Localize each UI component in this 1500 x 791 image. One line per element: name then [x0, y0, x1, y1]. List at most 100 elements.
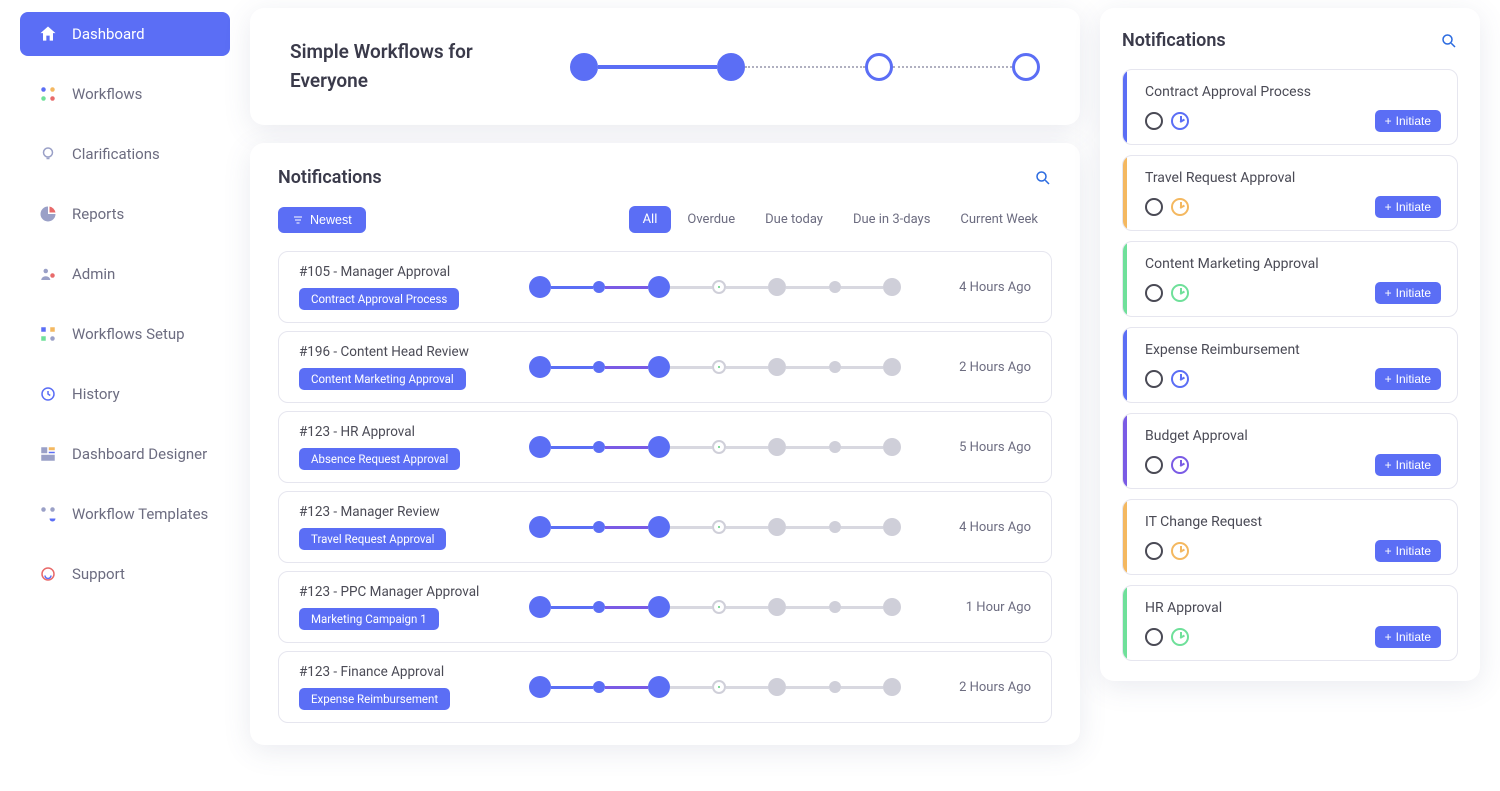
task-title: #123 - HR Approval	[299, 424, 509, 440]
tab-due-3-days[interactable]: Due in 3-days	[839, 206, 944, 233]
progress-dot	[829, 361, 841, 373]
circle-icon	[1145, 112, 1163, 130]
notifications-title: Notifications	[278, 167, 382, 188]
progress-seg	[605, 366, 647, 369]
sidebar-item-history[interactable]: History	[20, 372, 230, 416]
workflow-card[interactable]: Travel Request Approval + Initiate	[1122, 155, 1458, 231]
workflow-title: HR Approval	[1139, 600, 1441, 616]
workflow-card[interactable]: Content Marketing Approval + Initiate	[1122, 241, 1458, 317]
progress-seg	[786, 286, 828, 289]
initiate-button[interactable]: + Initiate	[1375, 196, 1441, 218]
progress-seg	[605, 606, 647, 609]
sidebar-item-label: Workflows Setup	[72, 325, 185, 343]
clock-icon	[1171, 370, 1189, 388]
initiate-label: Initiate	[1396, 630, 1431, 644]
initiate-button[interactable]: + Initiate	[1375, 626, 1441, 648]
progress-dot	[712, 520, 726, 534]
sidebar-item-label: Reports	[72, 205, 124, 223]
initiate-label: Initiate	[1396, 544, 1431, 558]
progress-dot	[593, 601, 605, 613]
sort-newest-button[interactable]: Newest	[278, 207, 366, 233]
progress-dot	[768, 358, 786, 376]
progress-dot	[648, 356, 670, 378]
progress-seg	[670, 526, 712, 529]
task-list: #105 - Manager Approval Contract Approva…	[278, 251, 1052, 723]
tab-all[interactable]: All	[629, 206, 672, 233]
task-badge: Marketing Campaign 1	[299, 608, 439, 630]
workflow-card[interactable]: Contract Approval Process + Initiate	[1122, 69, 1458, 145]
right-column: Notifications Contract Approval Process …	[1100, 8, 1480, 745]
plus-icon: +	[1385, 200, 1392, 214]
task-progress	[529, 356, 901, 378]
clock-icon	[1171, 284, 1189, 302]
support-icon	[38, 564, 58, 584]
progress-seg	[841, 446, 883, 449]
progress-dot	[593, 441, 605, 453]
sidebar-item-clarifications[interactable]: Clarifications	[20, 132, 230, 176]
task-time: 4 Hours Ago	[921, 520, 1031, 535]
progress-seg	[786, 686, 828, 689]
accent-bar	[1123, 328, 1127, 402]
progress-dot	[829, 441, 841, 453]
task-row[interactable]: #105 - Manager Approval Contract Approva…	[278, 251, 1052, 323]
tab-due-today[interactable]: Due today	[751, 206, 837, 233]
initiate-button[interactable]: + Initiate	[1375, 282, 1441, 304]
initiate-button[interactable]: + Initiate	[1375, 540, 1441, 562]
admin-icon	[38, 264, 58, 284]
plus-icon: +	[1385, 458, 1392, 472]
accent-bar	[1123, 242, 1127, 316]
sidebar-item-label: History	[72, 385, 120, 403]
sidebar-item-label: Workflows	[72, 85, 142, 103]
workflows-icon	[38, 84, 58, 104]
initiate-button[interactable]: + Initiate	[1375, 110, 1441, 132]
progress-dot	[529, 676, 551, 698]
circle-icon	[1145, 284, 1163, 302]
progress-dot	[768, 518, 786, 536]
progress-seg	[726, 446, 768, 449]
progress-dot	[712, 280, 726, 294]
workflow-card[interactable]: Expense Reimbursement + Initiate	[1122, 327, 1458, 403]
filter-tabs: All Overdue Due today Due in 3-days Curr…	[629, 206, 1052, 233]
progress-dot	[593, 281, 605, 293]
circle-icon	[1145, 542, 1163, 560]
progress-seg	[605, 446, 647, 449]
workflow-card[interactable]: IT Change Request + Initiate	[1122, 499, 1458, 575]
task-row[interactable]: #123 - PPC Manager Approval Marketing Ca…	[278, 571, 1052, 643]
task-title: #105 - Manager Approval	[299, 264, 509, 280]
progress-seg	[841, 366, 883, 369]
progress-seg	[551, 526, 593, 529]
progress-dot	[529, 356, 551, 378]
task-row[interactable]: #123 - Manager Review Travel Request App…	[278, 491, 1052, 563]
sidebar-item-workflows[interactable]: Workflows	[20, 72, 230, 116]
initiate-button[interactable]: + Initiate	[1375, 368, 1441, 390]
sidebar-item-workflow-templates[interactable]: Workflow Templates	[20, 492, 230, 536]
progress-seg	[605, 686, 647, 689]
task-title: #123 - Manager Review	[299, 504, 509, 520]
workflow-card[interactable]: HR Approval + Initiate	[1122, 585, 1458, 661]
sidebar-item-support[interactable]: Support	[20, 552, 230, 596]
hero-step-2	[717, 53, 745, 81]
search-icon[interactable]	[1440, 32, 1458, 50]
sidebar-item-reports[interactable]: Reports	[20, 192, 230, 236]
sidebar-item-admin[interactable]: Admin	[20, 252, 230, 296]
hero-step-3	[865, 53, 893, 81]
tab-overdue[interactable]: Overdue	[673, 206, 749, 233]
plus-icon: +	[1385, 286, 1392, 300]
sidebar-item-workflows-setup[interactable]: Workflows Setup	[20, 312, 230, 356]
sidebar-item-dashboard-designer[interactable]: Dashboard Designer	[20, 432, 230, 476]
workflow-card[interactable]: Budget Approval + Initiate	[1122, 413, 1458, 489]
progress-dot	[529, 596, 551, 618]
progress-dot	[883, 518, 901, 536]
sidebar-item-dashboard[interactable]: Dashboard	[20, 12, 230, 56]
progress-seg	[551, 366, 593, 369]
task-row[interactable]: #123 - HR Approval Absence Request Appro…	[278, 411, 1052, 483]
task-progress	[529, 596, 901, 618]
initiate-button[interactable]: + Initiate	[1375, 454, 1441, 476]
tab-current-week[interactable]: Current Week	[946, 206, 1052, 233]
progress-dot	[768, 438, 786, 456]
task-row[interactable]: #123 - Finance Approval Expense Reimburs…	[278, 651, 1052, 723]
progress-dot	[529, 436, 551, 458]
search-icon[interactable]	[1034, 169, 1052, 187]
task-title: #196 - Content Head Review	[299, 344, 509, 360]
task-row[interactable]: #196 - Content Head Review Content Marke…	[278, 331, 1052, 403]
